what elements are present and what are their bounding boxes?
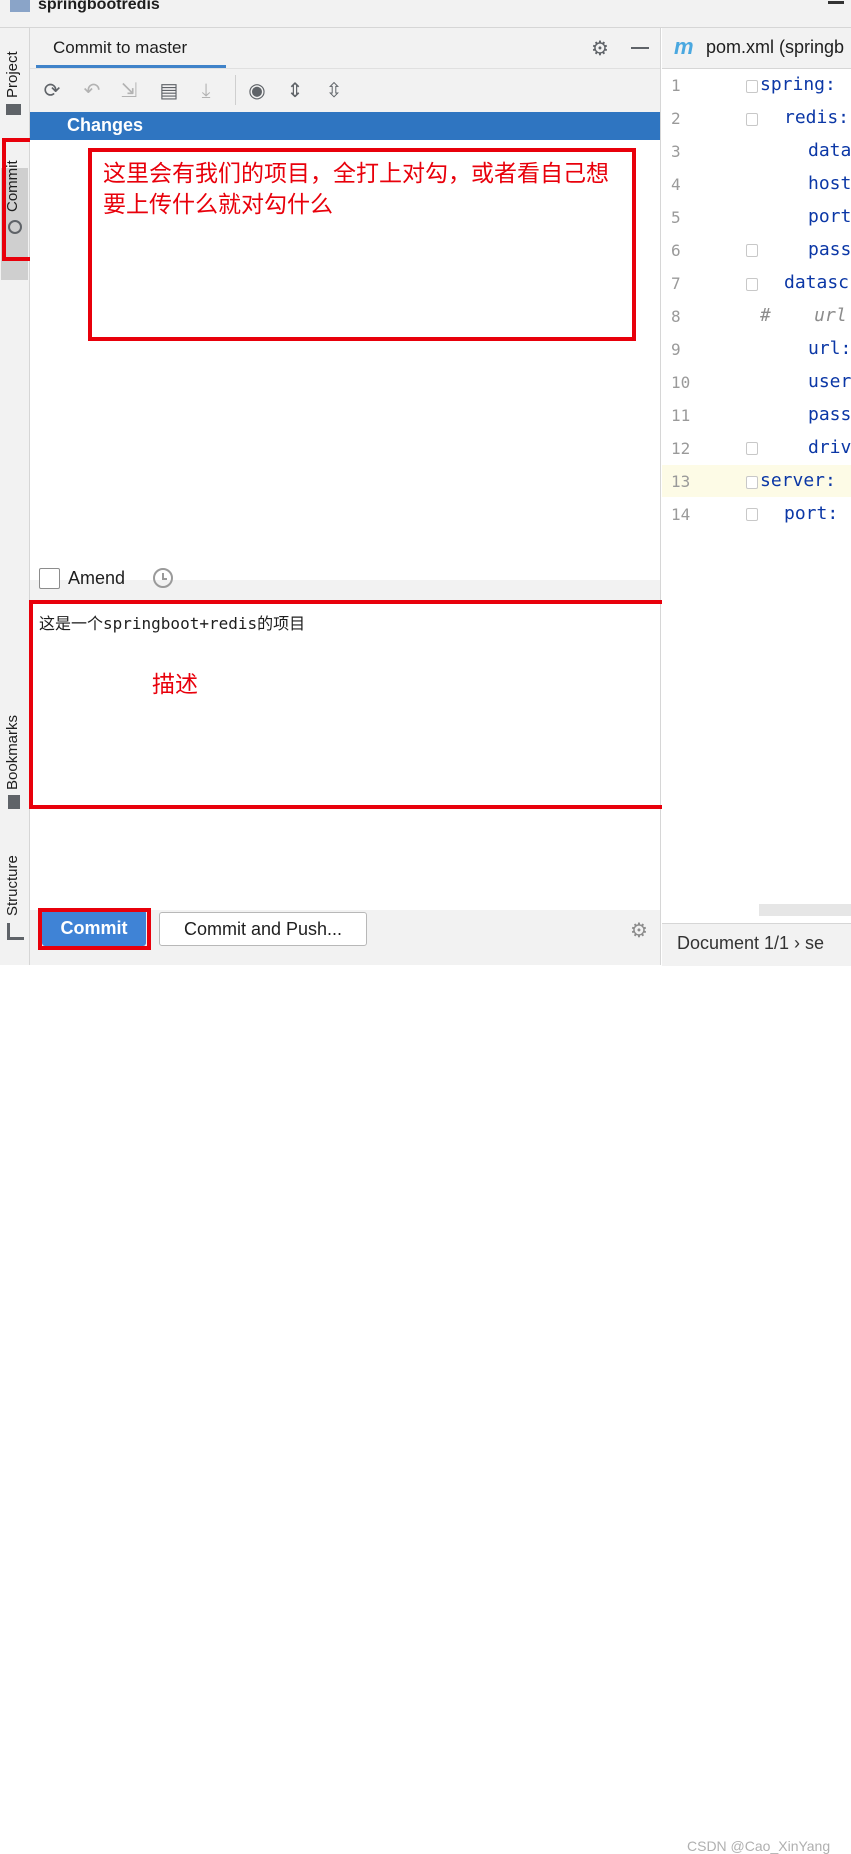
line-number: 5 [671, 208, 681, 227]
panel-hide-icon[interactable] [631, 47, 649, 49]
fold-marker-icon[interactable] [746, 80, 758, 93]
code-line[interactable]: pass [808, 239, 851, 260]
minimize-icon[interactable] [828, 1, 844, 4]
message-annotation-box [29, 600, 667, 809]
line-number: 13 [671, 472, 691, 491]
fold-marker-icon[interactable] [746, 508, 758, 521]
code-line[interactable]: datasc [784, 272, 849, 293]
toolbar-separator [235, 75, 236, 105]
line-number: 1 [671, 76, 681, 95]
fold-marker-icon[interactable] [746, 278, 758, 291]
code-line[interactable]: host [808, 173, 851, 194]
maven-file-icon: m [674, 34, 694, 59]
line-number: 4 [671, 175, 681, 194]
fold-marker-icon[interactable] [746, 442, 758, 455]
changes-label: Changes [67, 115, 144, 135]
editor-tab-bar: m pom.xml (springb [662, 28, 851, 69]
fold-marker-icon[interactable] [746, 244, 758, 257]
line-number: 12 [671, 439, 691, 458]
clock-hand [162, 578, 167, 580]
code-line[interactable]: user [808, 371, 851, 392]
code-line[interactable]: port: [784, 503, 838, 524]
shelve-icon[interactable]: ⤓ [194, 79, 218, 103]
commit-options-gear-icon[interactable]: ⚙ [630, 918, 648, 943]
breadcrumb[interactable]: Document 1/1 › se [677, 933, 824, 954]
collapse-all-icon[interactable]: ⇳ [322, 79, 346, 103]
amend-checkbox[interactable] [39, 568, 60, 589]
structure-tool-tab[interactable]: Structure [4, 844, 24, 916]
panel-tab[interactable]: Commit to master [30, 28, 226, 68]
line-number: 8 [671, 307, 681, 326]
line-number: 14 [671, 505, 691, 524]
code-line[interactable]: port [808, 206, 851, 227]
line-number: 3 [671, 142, 681, 161]
show-diff-icon[interactable]: ▤ [157, 79, 181, 103]
changes-annotation-text: 这里会有我们的项目，全打上对勾，或者看自己想要上传什么就对勾什么 [103, 160, 609, 217]
line-number: 2 [671, 109, 681, 128]
commit-and-push-button[interactable]: Commit and Push... [159, 912, 367, 946]
line-number: 7 [671, 274, 681, 293]
structure-icon [7, 923, 24, 940]
code-line[interactable]: redis: [784, 107, 849, 128]
refresh-icon[interactable]: ⟳ [40, 79, 64, 103]
code-line[interactable]: driv [808, 437, 851, 458]
project-tool-tab[interactable]: Project [4, 38, 24, 98]
bookmark-icon [8, 795, 20, 809]
folder-icon [6, 104, 21, 115]
code-line[interactable]: url: [808, 338, 851, 359]
code-line[interactable]: spring: [760, 74, 836, 95]
code-line[interactable]: pass [808, 404, 851, 425]
line-number: 9 [671, 340, 681, 359]
message-annotation-text: 描述 [152, 671, 198, 697]
editor-status-bar: Document 1/1 › se CSDN @Cao_XinYang [662, 923, 851, 1854]
window-title: springbootredis [38, 0, 160, 13]
editor-pane: m pom.xml (springb 1 2 3 4 5 6 7 8 9 10 … [662, 28, 851, 1854]
changes-group-header[interactable]: Changes [30, 112, 660, 140]
code-line[interactable]: # url [760, 305, 847, 326]
line-number: 11 [671, 406, 691, 425]
bookmarks-tool-tab[interactable]: Bookmarks [4, 700, 24, 790]
fold-marker-icon[interactable] [746, 476, 758, 489]
editor-tab-label[interactable]: pom.xml (springb [706, 37, 844, 58]
watermark: CSDN @Cao_XinYang [687, 1838, 831, 1854]
fold-marker-icon[interactable] [746, 113, 758, 126]
line-number: 6 [671, 241, 681, 260]
project-logo-icon [10, 0, 30, 12]
panel-tab-label: Commit to master [53, 38, 188, 57]
horizontal-scrollbar[interactable] [759, 904, 851, 916]
amend-label[interactable]: Amend [68, 568, 125, 589]
panel-settings-gear-icon[interactable]: ⚙ [591, 36, 609, 61]
expand-all-icon[interactable]: ⇕ [283, 79, 307, 103]
view-options-eye-icon[interactable]: ◉ [245, 79, 269, 103]
rollback-icon[interactable]: ↶ [80, 79, 104, 103]
code-line[interactable]: data [808, 140, 851, 161]
merge-icon[interactable]: ⇲ [117, 79, 141, 103]
commit-toolbar: ⟳ ↶ ⇲ ▤ ⤓ ◉ ⇕ ⇳ [30, 68, 660, 111]
line-number: 10 [671, 373, 691, 392]
title-bar: springbootredis [0, 0, 851, 28]
commit-button-highlight [38, 908, 151, 950]
code-line[interactable]: server: [760, 470, 836, 491]
